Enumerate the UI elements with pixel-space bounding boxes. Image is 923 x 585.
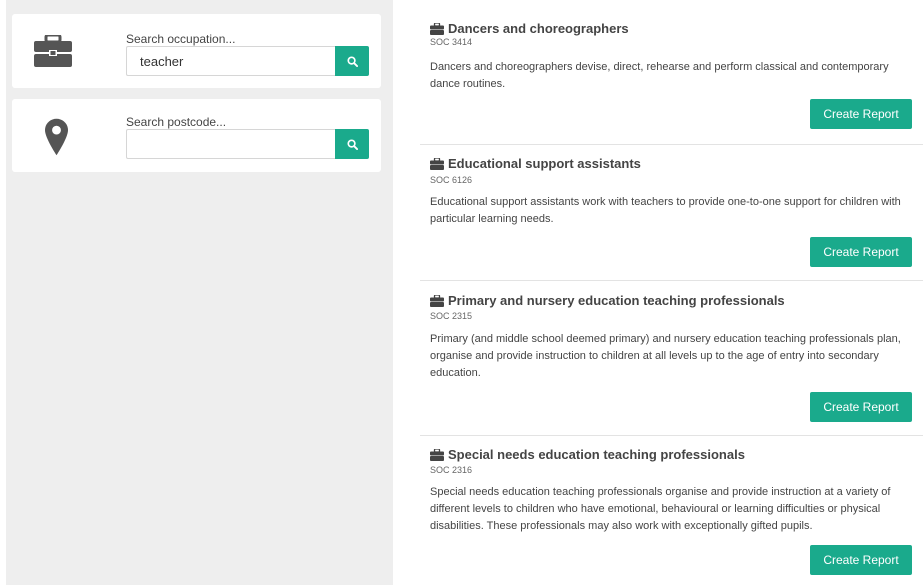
briefcase-icon [430, 448, 444, 461]
search-sidebar: Search occupation... Search postcode... [6, 0, 393, 585]
results-list: Dancers and choreographers SOC 3414 Danc… [420, 0, 923, 585]
result-description: Educational support assistants work with… [430, 196, 901, 225]
create-report-button[interactable]: Create Report [810, 545, 912, 575]
result-description: Dancers and choreographers devise, direc… [430, 61, 889, 90]
briefcase-icon [430, 22, 444, 35]
result-title: Educational support assistants [430, 156, 641, 171]
result-item: Educational support assistants SOC 6126 … [420, 145, 923, 281]
result-description: Special needs education teaching profess… [430, 486, 891, 532]
briefcase-icon [430, 294, 444, 307]
postcode-search-row [126, 129, 369, 159]
briefcase-icon [34, 33, 72, 72]
result-title: Dancers and choreographers [430, 21, 629, 36]
page: Search occupation... Search postcode... [0, 0, 923, 585]
result-title: Special needs education teaching profess… [430, 447, 745, 462]
result-title-text: Educational support assistants [448, 156, 641, 171]
search-icon [346, 55, 358, 67]
briefcase-icon [430, 157, 444, 170]
result-soc-code: SOC 2315 [430, 311, 473, 321]
occupation-search-button[interactable] [335, 46, 369, 76]
postcode-search-label: Search postcode... [126, 115, 227, 129]
result-soc-code: SOC 2316 [430, 465, 473, 475]
result-item: Special needs education teaching profess… [420, 436, 923, 585]
result-title-text: Special needs education teaching profess… [448, 447, 745, 462]
postcode-search-input[interactable] [126, 129, 335, 159]
result-title-text: Primary and nursery education teaching p… [448, 293, 785, 308]
result-item: Primary and nursery education teaching p… [420, 281, 923, 436]
result-title: Primary and nursery education teaching p… [430, 293, 785, 308]
occupation-search-card: Search occupation... [12, 14, 381, 88]
map-marker-icon [45, 118, 68, 161]
result-soc-code: SOC 3414 [430, 37, 473, 47]
result-item: Dancers and choreographers SOC 3414 Danc… [420, 0, 923, 145]
result-title-text: Dancers and choreographers [448, 21, 629, 36]
postcode-search-button[interactable] [335, 129, 369, 159]
create-report-button[interactable]: Create Report [810, 237, 912, 267]
create-report-button[interactable]: Create Report [810, 99, 912, 129]
result-soc-code: SOC 6126 [430, 175, 473, 185]
search-icon [346, 138, 358, 150]
postcode-search-card: Search postcode... [12, 99, 381, 172]
create-report-button[interactable]: Create Report [810, 392, 912, 422]
occupation-search-label: Search occupation... [126, 32, 236, 46]
result-description: Primary (and middle school deemed primar… [430, 333, 901, 379]
occupation-search-row [126, 46, 369, 76]
occupation-search-input[interactable] [126, 46, 335, 76]
